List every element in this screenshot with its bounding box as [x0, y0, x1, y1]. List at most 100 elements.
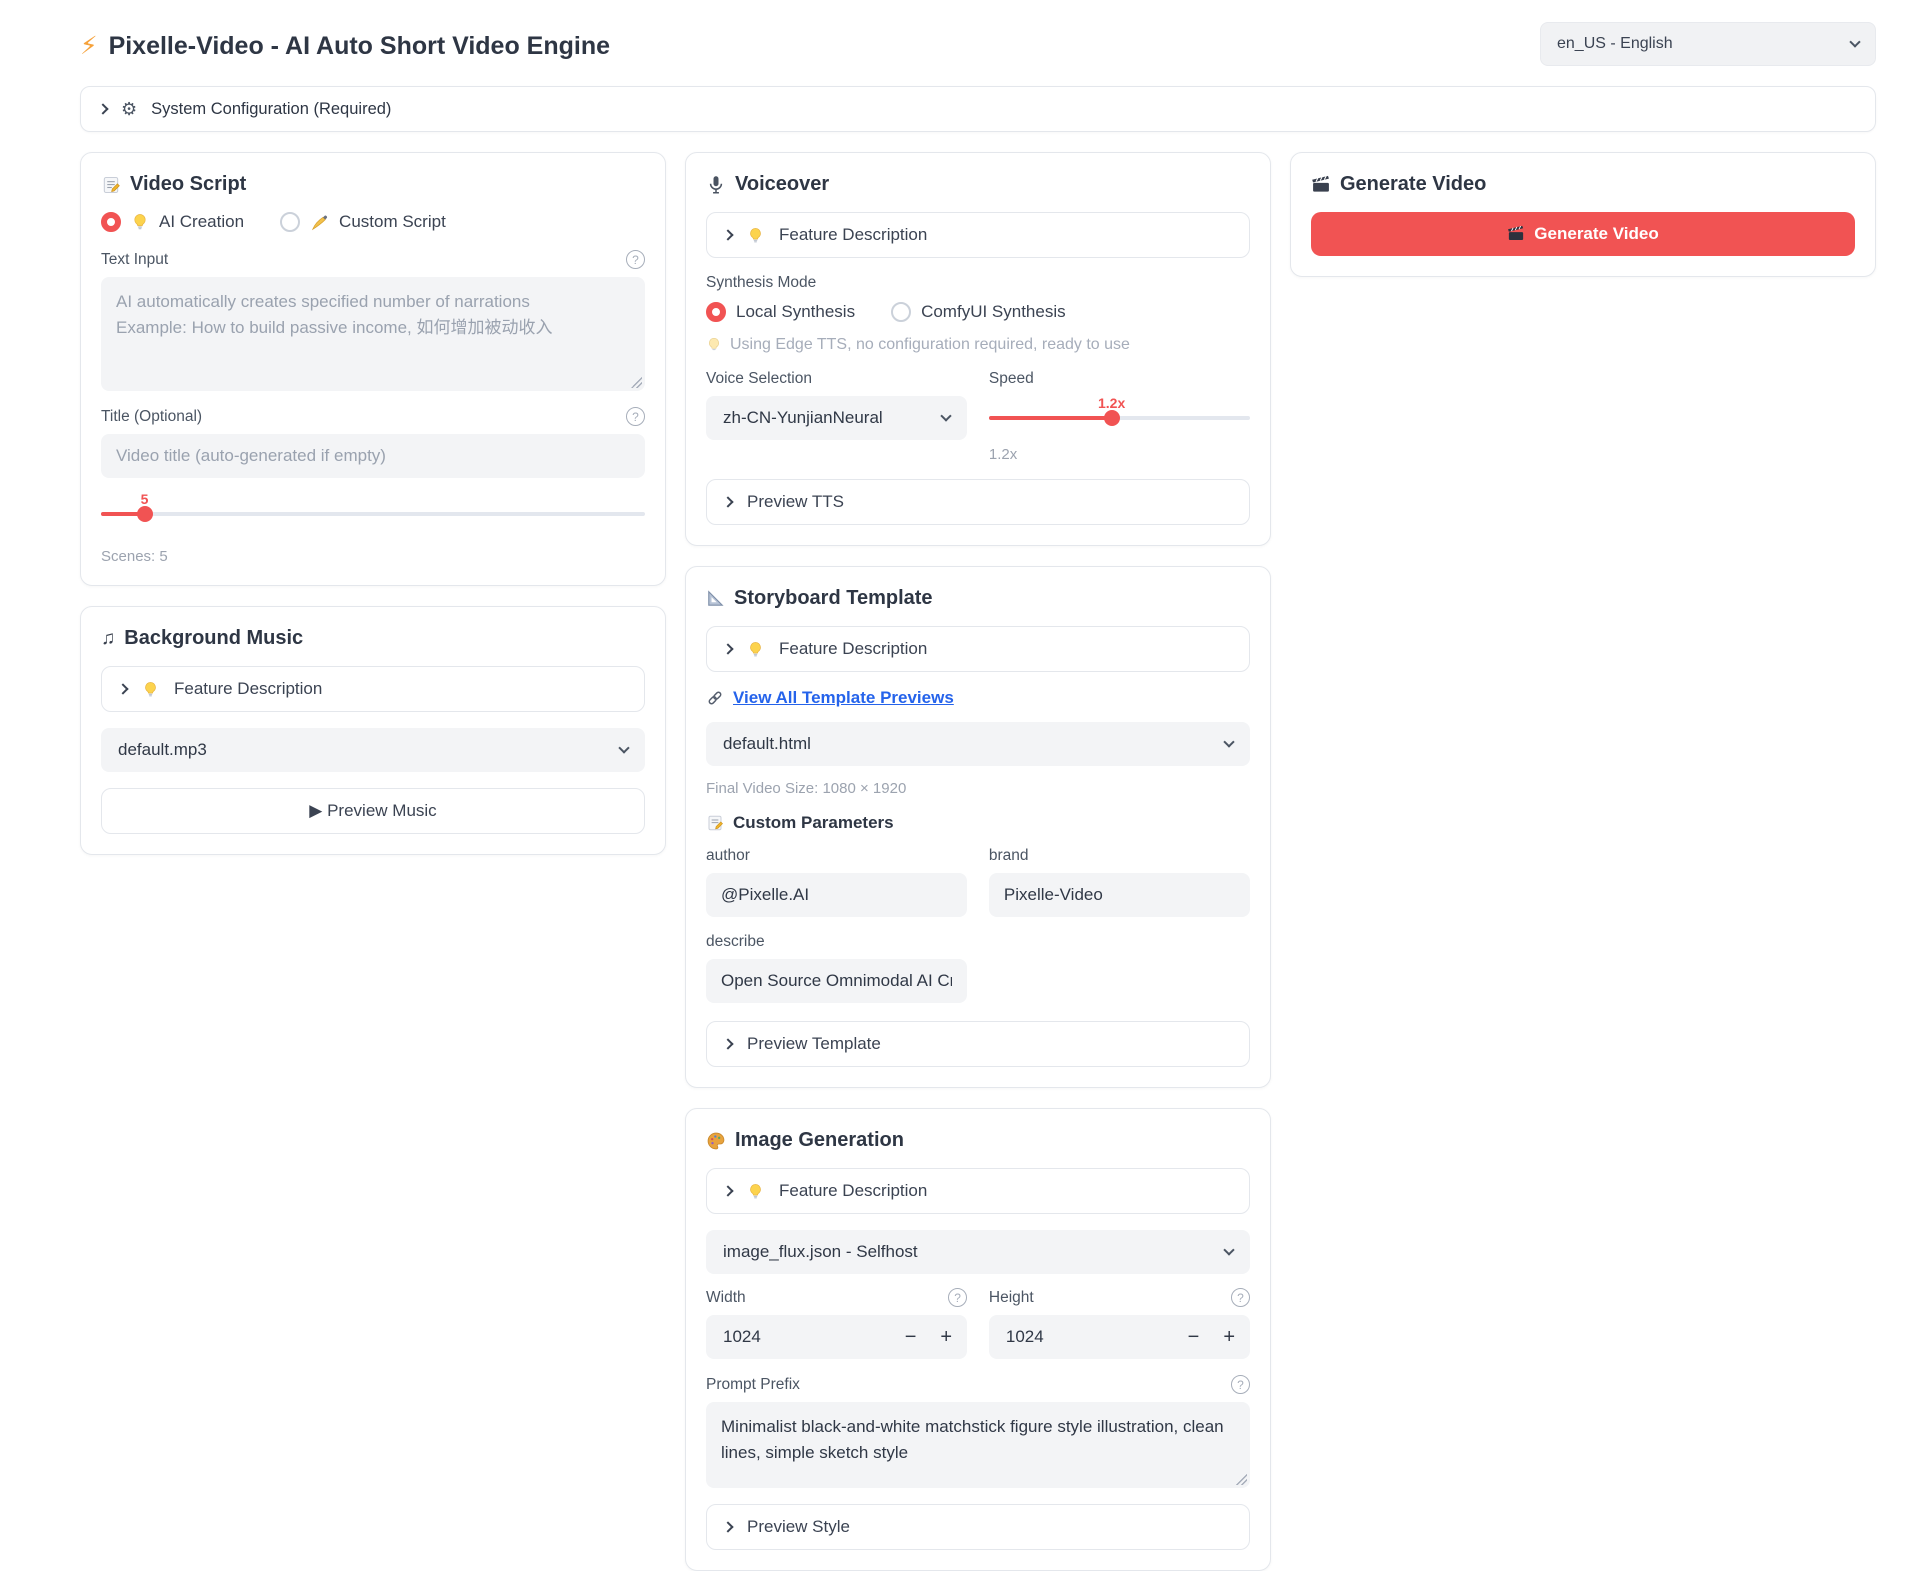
voiceover-title: Voiceover: [706, 173, 1250, 196]
music-feature-accordion[interactable]: Feature Description: [101, 666, 645, 712]
storyboard-feature-accordion[interactable]: Feature Description: [706, 626, 1250, 672]
resize-handle-icon[interactable]: [631, 377, 642, 388]
chevron-down-icon: [940, 410, 951, 421]
accordion-label: Preview Style: [747, 1517, 850, 1537]
image-generation-title-text: Image Generation: [735, 1129, 904, 1152]
zap-icon: ⚡: [80, 34, 98, 59]
view-template-previews-link[interactable]: View All Template Previews: [733, 688, 954, 708]
width-block: Width: [706, 1288, 967, 1359]
speed-caption: 1.2x: [989, 446, 1250, 463]
chevron-right-icon: [722, 643, 733, 654]
accordion-label: Preview Template: [747, 1034, 881, 1054]
describe-label: describe: [706, 933, 1250, 951]
help-icon[interactable]: [1231, 1288, 1250, 1307]
chevron-right-icon: [722, 1521, 733, 1532]
voiceover-feature-accordion[interactable]: Feature Description: [706, 212, 1250, 258]
scenes-slider-value: 5: [141, 491, 149, 507]
system-config-accordion[interactable]: ⚙ System Configuration (Required): [80, 86, 1876, 132]
speed-slider-value: 1.2x: [1098, 395, 1125, 411]
voice-selection-dropdown[interactable]: zh-CN-YunjianNeural: [706, 396, 967, 440]
chevron-down-icon: [1223, 736, 1234, 747]
storyboard-title: Storyboard Template: [706, 587, 1250, 610]
gear-icon: ⚙: [121, 100, 137, 118]
scenes-slider-handle[interactable]: [137, 506, 153, 522]
text-input-textarea[interactable]: [101, 277, 645, 391]
height-label: Height: [989, 1289, 1034, 1307]
prompt-prefix-label: Prompt Prefix: [706, 1376, 800, 1394]
help-icon[interactable]: [626, 250, 645, 269]
radio-unselected-icon: [280, 212, 300, 232]
speed-slider-track[interactable]: [989, 416, 1250, 420]
workflow-dropdown[interactable]: image_flux.json - Selfhost: [706, 1230, 1250, 1274]
help-icon[interactable]: [1231, 1375, 1250, 1394]
radio-comfyui-synthesis[interactable]: ComfyUI Synthesis: [891, 302, 1066, 322]
radio-local-synthesis[interactable]: Local Synthesis: [706, 302, 855, 322]
background-music-card: ♫ Background Music Feature Description d…: [80, 606, 666, 855]
image-feature-accordion[interactable]: Feature Description: [706, 1168, 1250, 1214]
preview-tts-accordion[interactable]: Preview TTS: [706, 479, 1250, 525]
chevron-right-icon: [722, 229, 733, 240]
chevron-down-icon: [1223, 1244, 1234, 1255]
width-input[interactable]: [721, 1326, 881, 1348]
width-increment-button[interactable]: [916, 1327, 952, 1347]
custom-parameters-heading: Custom Parameters: [706, 813, 1250, 833]
height-increment-button[interactable]: [1199, 1327, 1235, 1347]
prompt-prefix-wrap: Minimalist black-and-white matchstick fi…: [706, 1402, 1250, 1488]
preview-template-accordion[interactable]: Preview Template: [706, 1021, 1250, 1067]
tts-tip: Using Edge TTS, no configuration require…: [706, 336, 1250, 354]
scenes-slider-track[interactable]: [101, 512, 645, 516]
language-dropdown[interactable]: en_US - English: [1540, 22, 1876, 66]
music-file-dropdown[interactable]: default.mp3: [101, 728, 645, 772]
workflow-value: image_flux.json - Selfhost: [723, 1242, 918, 1262]
voiceover-title-text: Voiceover: [735, 173, 829, 196]
radio-ai-creation[interactable]: AI Creation: [101, 212, 244, 232]
video-script-card: Video Script AI Creation: [80, 152, 666, 586]
text-input-label-row: Text Input: [101, 250, 645, 269]
background-music-title: ♫ Background Music: [101, 627, 645, 650]
chevron-right-icon: [722, 1185, 733, 1196]
accordion-label: Preview TTS: [747, 492, 844, 512]
brand-input[interactable]: [989, 873, 1250, 917]
title-input[interactable]: [101, 434, 645, 478]
describe-input[interactable]: [706, 959, 967, 1003]
resize-handle-icon[interactable]: [1236, 1474, 1247, 1485]
template-dropdown[interactable]: default.html: [706, 722, 1250, 766]
radio-label: Custom Script: [339, 212, 446, 232]
accordion-label: Feature Description: [779, 225, 927, 245]
height-decrement-button[interactable]: [1164, 1327, 1200, 1347]
scenes-slider: 5: [101, 512, 645, 516]
radio-custom-script[interactable]: Custom Script: [280, 212, 446, 232]
radio-unselected-icon: [891, 302, 911, 322]
preview-music-button[interactable]: ▶ Preview Music: [101, 788, 645, 834]
describe-block: describe: [706, 933, 1250, 1003]
chevron-down-icon: [1849, 36, 1860, 47]
video-script-title-text: Video Script: [130, 173, 246, 196]
voice-selection-block: Voice Selection zh-CN-YunjianNeural: [706, 370, 967, 463]
help-icon[interactable]: [626, 407, 645, 426]
title-label: Title (Optional): [101, 408, 202, 426]
width-decrement-button[interactable]: [881, 1327, 917, 1347]
bulb-icon: [142, 681, 159, 698]
bulb-icon: [131, 213, 149, 231]
language-dropdown-value: en_US - English: [1557, 35, 1673, 53]
triangle-ruler-icon: [706, 589, 725, 608]
system-config-label: System Configuration (Required): [151, 100, 391, 119]
prompt-prefix-textarea[interactable]: Minimalist black-and-white matchstick fi…: [706, 1402, 1250, 1488]
voiceover-card: Voiceover Feature Description Synthesis …: [685, 152, 1271, 546]
image-generation-title: Image Generation: [706, 1129, 1250, 1152]
preview-style-accordion[interactable]: Preview Style: [706, 1504, 1250, 1550]
help-icon[interactable]: [948, 1288, 967, 1307]
clapperboard-icon: [1507, 225, 1525, 243]
radio-selected-icon: [706, 302, 726, 322]
height-input[interactable]: [1004, 1326, 1164, 1348]
chevron-down-icon: [618, 742, 629, 753]
speed-slider-handle[interactable]: [1104, 410, 1120, 426]
video-script-title: Video Script: [101, 173, 645, 196]
radio-selected-icon: [101, 212, 121, 232]
brand-block: brand: [989, 847, 1250, 917]
generate-video-button[interactable]: Generate Video: [1311, 212, 1855, 256]
radio-label: ComfyUI Synthesis: [921, 302, 1066, 322]
author-input[interactable]: [706, 873, 967, 917]
video-size-note: Final Video Size: 1080 × 1920: [706, 780, 1250, 797]
width-stepper: [706, 1315, 967, 1359]
